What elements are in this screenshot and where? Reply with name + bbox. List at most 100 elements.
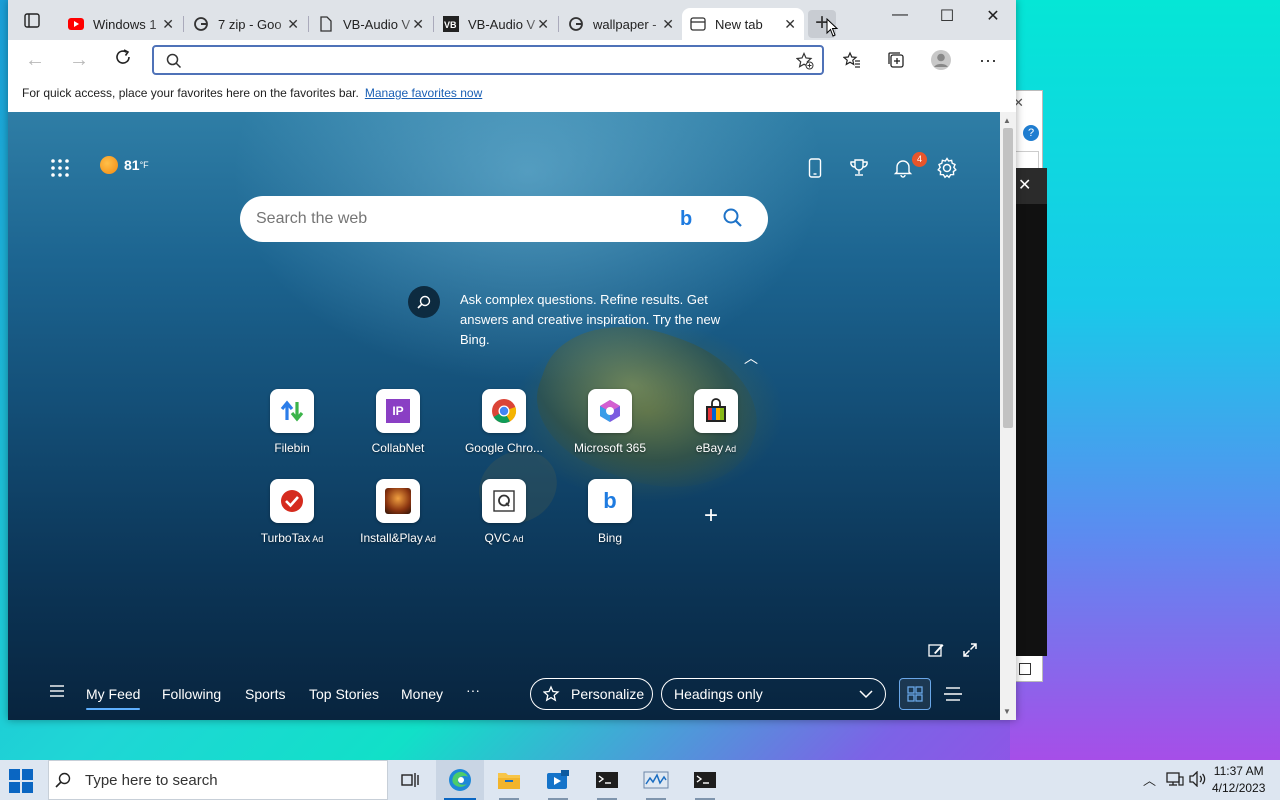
page-scrollbar[interactable]: ▲ ▼ xyxy=(1000,112,1016,720)
web-search-box[interactable]: b xyxy=(240,196,768,242)
phone-icon[interactable] xyxy=(803,156,827,180)
quick-link-collabnet[interactable]: IP CollabNet xyxy=(350,389,446,455)
bing-logo-icon[interactable]: b xyxy=(680,208,692,231)
news-feed-bar: My Feed Following Sports Top Stories Mon… xyxy=(8,668,1000,720)
collections-icon[interactable] xyxy=(883,48,909,72)
terminal-icon xyxy=(596,772,618,788)
address-input[interactable] xyxy=(190,50,790,70)
show-hidden-icons-chevron-icon[interactable]: ︿ xyxy=(1143,770,1156,789)
feed-tab-my-feed[interactable]: My Feed xyxy=(70,686,156,710)
svg-text:VB: VB xyxy=(444,20,457,30)
add-shortcut-plus-icon[interactable]: + xyxy=(704,502,718,530)
feed-tab-sports[interactable]: Sports xyxy=(245,686,285,702)
manage-favorites-link[interactable]: Manage favorites now xyxy=(365,86,482,100)
tab-youtube[interactable]: Windows 1 ✕ xyxy=(60,8,182,40)
feed-tab-money[interactable]: Money xyxy=(401,686,443,702)
performance-graph-icon xyxy=(643,771,669,789)
tab-actions-icon[interactable] xyxy=(18,10,46,32)
volume-speaker-icon[interactable] xyxy=(1189,770,1207,790)
app-launcher-icon[interactable] xyxy=(48,156,72,180)
address-bar[interactable] xyxy=(152,45,824,75)
list-view-button[interactable] xyxy=(937,678,969,710)
windows-start-button[interactable] xyxy=(8,768,34,794)
grid-view-button[interactable] xyxy=(899,678,931,710)
customize-background-icon[interactable] xyxy=(928,642,944,663)
feed-menu-icon[interactable] xyxy=(50,684,64,700)
feed-tab-top-stories[interactable]: Top Stories xyxy=(309,686,379,702)
ad-label: Ad xyxy=(424,534,436,544)
help-icon[interactable]: ? xyxy=(1023,125,1039,141)
close-window-button[interactable]: ✕ xyxy=(978,6,1008,26)
background-terminal-window[interactable]: ✕ xyxy=(1012,168,1047,656)
weather-widget[interactable]: 81 °F xyxy=(100,156,149,174)
taskbar-terminal-1[interactable] xyxy=(583,760,631,800)
taskbar-terminal-2[interactable] xyxy=(681,760,729,800)
task-view-button[interactable] xyxy=(386,760,434,800)
add-favorite-icon[interactable] xyxy=(796,52,814,70)
taskbar-search-placeholder: Type here to search xyxy=(85,771,218,789)
web-search-input[interactable] xyxy=(256,209,656,229)
back-button[interactable]: ← xyxy=(22,48,48,72)
close-tab-icon[interactable]: ✕ xyxy=(162,17,174,31)
restore-icon[interactable] xyxy=(1019,663,1031,675)
quick-link-microsoft-365[interactable]: Microsoft 365 xyxy=(562,389,658,455)
page-settings-gear-icon[interactable] xyxy=(935,156,959,180)
chrome-icon xyxy=(482,389,526,433)
search-icon[interactable] xyxy=(722,207,744,229)
google-icon xyxy=(568,16,584,32)
tab-vb-audio-2[interactable]: VB VB-Audio V ✕ xyxy=(435,8,557,40)
taskbar-edge[interactable] xyxy=(436,760,484,800)
close-tab-icon[interactable]: ✕ xyxy=(537,17,549,31)
tab-7zip-google[interactable]: 7 zip - Goo ✕ xyxy=(185,8,307,40)
quick-link-google-chrome[interactable]: Google Chro... xyxy=(456,389,552,455)
feed-tab-following[interactable]: Following xyxy=(162,686,221,702)
newtab-icon xyxy=(690,16,706,32)
close-tab-icon[interactable]: ✕ xyxy=(412,17,424,31)
tab-wallpaper-google[interactable]: wallpaper - ✕ xyxy=(560,8,682,40)
scroll-up-arrow-icon[interactable]: ▲ xyxy=(1003,116,1011,125)
tile-label: eBay xyxy=(695,441,724,455)
feed-more-button[interactable]: ··· xyxy=(466,682,480,698)
tab-strip: Windows 1 ✕ 7 zip - Goo ✕ VB-Audio V ✕ V… xyxy=(8,0,1016,40)
browser-toolbar: ← → ··· xyxy=(8,40,1016,80)
network-icon[interactable] xyxy=(1166,771,1184,790)
taskbar-clock[interactable]: 11:37 AM 4/12/2023 xyxy=(1212,763,1265,797)
personalize-button[interactable]: Personalize xyxy=(530,678,653,710)
quick-link-filebin[interactable]: Filebin xyxy=(244,389,340,455)
feed-layout-value: Headings only xyxy=(674,686,763,702)
feed-layout-select[interactable]: Headings only xyxy=(661,678,886,710)
favorites-icon[interactable] xyxy=(839,48,865,72)
qvc-icon xyxy=(482,479,526,523)
scroll-down-arrow-icon[interactable]: ▼ xyxy=(1003,707,1011,716)
quick-link-qvc[interactable]: QVC Ad xyxy=(456,479,552,545)
tab-title: 7 zip - Goo xyxy=(218,16,298,32)
scrollbar-thumb[interactable] xyxy=(1003,128,1013,428)
taskbar-file-explorer[interactable] xyxy=(485,760,533,800)
settings-more-icon[interactable]: ··· xyxy=(975,48,1001,72)
tile-label: Filebin xyxy=(274,441,310,455)
maximize-button[interactable]: ☐ xyxy=(932,6,962,26)
refresh-button[interactable] xyxy=(110,48,136,72)
search-icon xyxy=(55,772,71,788)
taskbar-performance-monitor[interactable] xyxy=(632,760,680,800)
forward-button[interactable]: → xyxy=(66,48,92,72)
close-tab-icon[interactable]: ✕ xyxy=(662,17,674,31)
rewards-trophy-icon[interactable] xyxy=(847,156,871,180)
minimize-button[interactable]: — xyxy=(885,6,915,24)
collapse-chevron-up-icon[interactable]: ︿ xyxy=(744,348,758,368)
quick-link-turbotax[interactable]: TurboTax Ad xyxy=(244,479,340,545)
quick-link-bing[interactable]: b Bing xyxy=(562,479,658,545)
close-icon[interactable]: ✕ xyxy=(1012,168,1047,204)
tab-new-tab[interactable]: New tab ✕ xyxy=(682,8,804,40)
tab-vb-audio-1[interactable]: VB-Audio V ✕ xyxy=(310,8,432,40)
close-tab-icon[interactable]: ✕ xyxy=(287,17,299,31)
profile-avatar-icon[interactable] xyxy=(928,48,954,72)
taskbar-search-box[interactable]: Type here to search xyxy=(48,760,388,800)
ebay-bag-icon xyxy=(694,389,738,433)
taskbar-media-player[interactable] xyxy=(534,760,582,800)
quick-link-install-play[interactable]: Install&Play Ad xyxy=(350,479,446,545)
quick-link-ebay[interactable]: eBay Ad xyxy=(668,389,764,455)
tab-title: wallpaper - xyxy=(593,16,673,32)
fullscreen-expand-icon[interactable] xyxy=(962,642,978,663)
close-tab-icon[interactable]: ✕ xyxy=(784,17,796,31)
